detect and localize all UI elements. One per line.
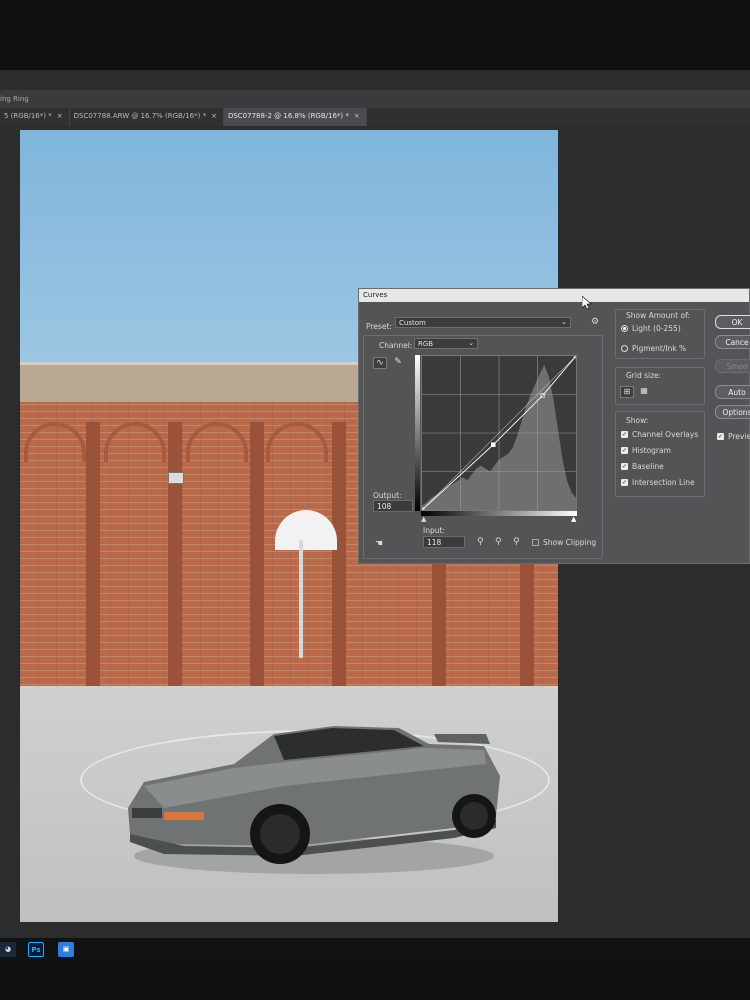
baseline-checkbox[interactable]: ✓ (621, 463, 628, 470)
on-image-adjust-icon[interactable]: ☚ (375, 539, 383, 549)
taskbar (0, 938, 750, 960)
histogram-checkbox[interactable]: ✓ (621, 447, 628, 454)
pencil-icon[interactable]: ✎ (391, 357, 405, 369)
ok-button[interactable]: OK (715, 315, 750, 329)
intersection-line-checkbox[interactable]: ✓ (621, 479, 628, 486)
curves-dialog: Curves Preset: Custom ⌄ ⚙ Channel: RGB ⌄… (358, 288, 750, 564)
preset-value: Custom (399, 319, 426, 327)
smooth-button[interactable]: Smoo (715, 359, 750, 373)
black-eyedropper-icon[interactable]: ⚲ (477, 537, 484, 547)
pigment-radio[interactable] (621, 345, 628, 352)
input-gradient-bar (421, 511, 577, 516)
tab-label: DSC07788.ARW @ 16.7% (RGB/16*) * (73, 112, 207, 120)
histogram-label: Histogram (632, 446, 671, 455)
close-icon[interactable]: × (211, 112, 217, 120)
photo-pilaster (86, 422, 100, 692)
gray-eyedropper-icon[interactable]: ⚲ (495, 537, 502, 547)
photoshop-icon[interactable]: Ps (28, 942, 44, 957)
channel-select[interactable]: RGB ⌄ (414, 338, 478, 349)
document-tabs: 5 (RGB/16*) * × DSC07788.ARW @ 16.7% (RGB… (0, 108, 750, 126)
close-icon[interactable]: × (354, 112, 360, 120)
photo-pilaster (168, 422, 182, 692)
grid-detailed-icon[interactable]: ▦ (637, 386, 651, 398)
curve-control-point[interactable] (491, 442, 496, 448)
monitor-screen: ing Ring 5 (RGB/16*) * × DSC07788.ARW @ 1… (0, 70, 750, 938)
tab-label: 5 (RGB/16*) * (4, 112, 52, 120)
preview-checkbox[interactable]: ✓ (717, 433, 724, 440)
photo-pilaster (250, 422, 264, 692)
preset-label: Preset: (366, 322, 392, 331)
show-clipping-label: Show Clipping (543, 538, 597, 547)
chevron-down-icon: ⌄ (468, 339, 474, 347)
input-label: Input: (423, 526, 445, 535)
baseline-label: Baseline (632, 462, 664, 471)
output-label: Output: (373, 491, 402, 500)
show-label: Show: (626, 416, 649, 425)
tab-document-1[interactable]: 5 (RGB/16*) * × (0, 108, 70, 126)
close-icon[interactable]: × (57, 112, 63, 120)
white-eyedropper-icon[interactable]: ⚲ (513, 537, 520, 547)
output-field[interactable]: 108 (373, 500, 413, 512)
grid-size-label: Grid size: (626, 371, 662, 380)
tab-document-2[interactable]: DSC07788.ARW @ 16.7% (RGB/16*) * × (70, 108, 224, 126)
app-menu-text: ing Ring (0, 95, 29, 103)
gear-icon[interactable]: ⚙ (591, 317, 599, 327)
channel-label: Channel: (379, 341, 413, 350)
curve-point-tool-icon[interactable]: ∿ (373, 357, 387, 369)
grid-simple-icon[interactable]: ⊞ (620, 386, 634, 398)
light-label: Light (0-255) (632, 324, 681, 333)
show-clipping-checkbox[interactable] (532, 539, 539, 546)
preset-select[interactable]: Custom ⌄ (395, 317, 571, 328)
white-point-slider[interactable]: ▲ (571, 515, 576, 523)
channel-overlays-checkbox[interactable]: ✓ (621, 431, 628, 438)
photo-hoop-pole (299, 540, 303, 658)
pigment-label: Pigment/Ink % (632, 344, 687, 353)
cancel-button[interactable]: Cance (715, 335, 750, 349)
show-amount-label: Show Amount of: (626, 311, 690, 320)
photo-car (128, 726, 500, 874)
channel-overlays-label: Channel Overlays (632, 430, 699, 439)
intersection-line-label: Intersection Line (632, 478, 695, 487)
steam-icon[interactable]: ◕ (0, 942, 16, 957)
light-radio[interactable] (621, 325, 628, 332)
photos-app-icon[interactable]: ▣ (58, 942, 74, 957)
photo-pilaster (332, 422, 346, 692)
mouse-cursor-icon (582, 296, 592, 310)
chevron-down-icon: ⌄ (561, 318, 567, 326)
tab-label: DSC07788-2 @ 16.8% (RGB/16*) * (227, 112, 349, 120)
preview-label: Previe (728, 432, 750, 441)
output-gradient-bar (415, 355, 420, 511)
black-point-slider[interactable]: ▲ (421, 515, 426, 523)
input-field[interactable]: 118 (423, 536, 465, 548)
tab-document-3[interactable]: DSC07788-2 @ 16.8% (RGB/16*) * × (223, 108, 367, 126)
dialog-title: Curves (359, 289, 749, 302)
auto-button[interactable]: Auto (715, 385, 750, 399)
channel-value: RGB (418, 340, 434, 348)
photo-wall-light (168, 472, 184, 484)
options-button[interactable]: Options (715, 405, 750, 419)
curves-graph[interactable] (421, 355, 577, 511)
